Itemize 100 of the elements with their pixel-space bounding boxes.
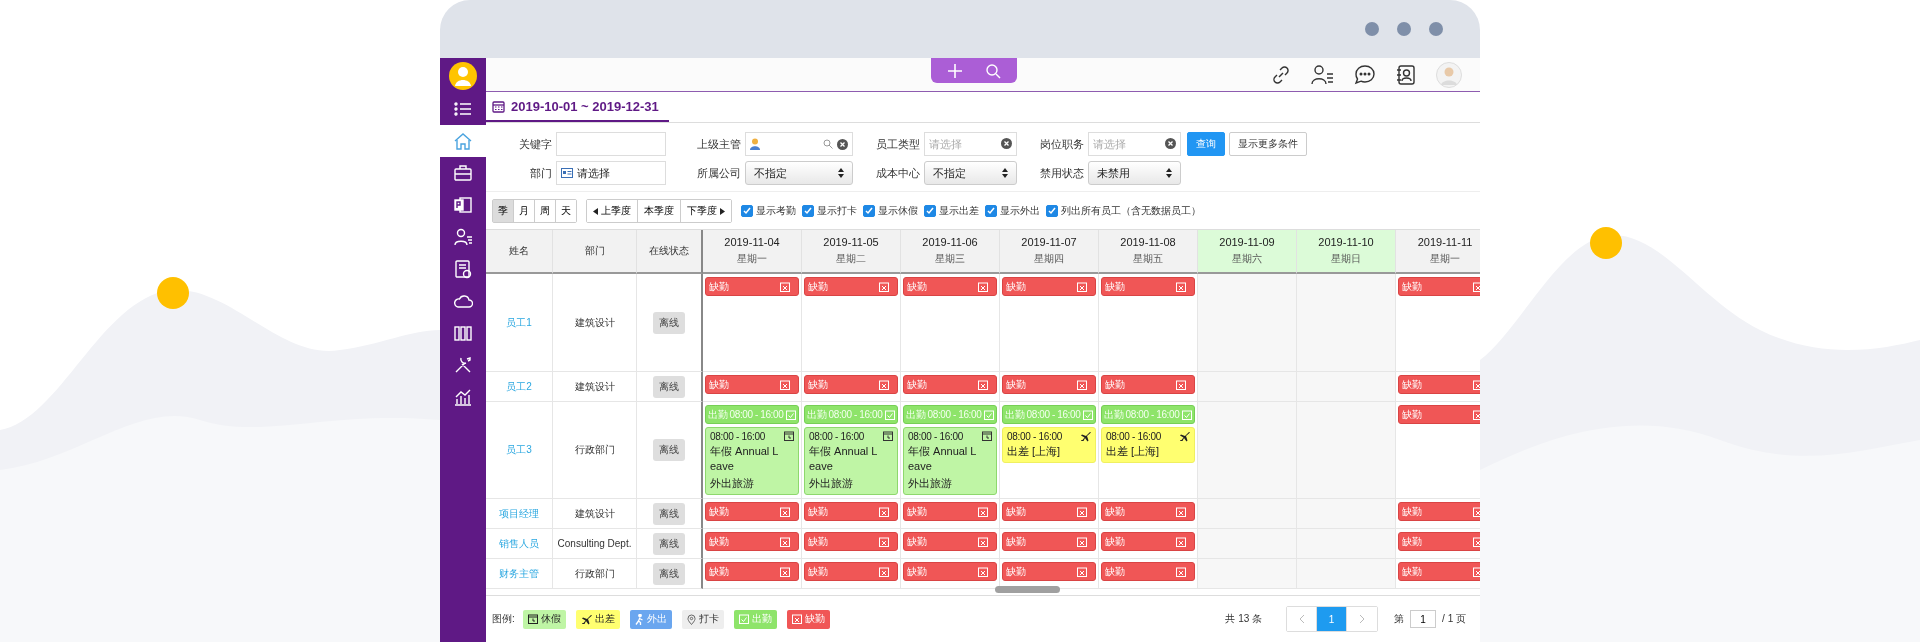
select-field[interactable]: 请选择	[924, 132, 1017, 156]
absence-tag[interactable]: 缺勤	[1101, 375, 1195, 394]
status-badge: 离线	[653, 311, 685, 334]
checkbox-label: 显示考勤	[756, 204, 796, 218]
employee-link[interactable]: 项目经理	[499, 506, 539, 521]
leave-card[interactable]: 08:00 - 16:00 年假 Annual Leave 外出旅游	[705, 427, 799, 495]
absence-tag[interactable]: 缺勤	[705, 532, 799, 551]
absence-tag[interactable]: 缺勤	[705, 562, 799, 581]
event-label: 缺勤	[907, 504, 927, 519]
date-range-tab[interactable]: 2019-10-01 ~ 2019-12-31	[486, 99, 669, 122]
event-label: 缺勤	[1402, 504, 1422, 519]
dropdown[interactable]: 未禁用	[1088, 161, 1181, 185]
event-label: 出勤 08:00 - 16:00	[906, 407, 982, 422]
absence-tag[interactable]: 缺勤	[1101, 532, 1195, 551]
status-badge: 离线	[653, 502, 685, 525]
employee-link[interactable]: 员工2	[506, 379, 532, 394]
absence-tag[interactable]: 缺勤	[1002, 502, 1096, 521]
absence-tag[interactable]: 缺勤	[903, 562, 997, 581]
event-label: 缺勤	[1006, 534, 1026, 549]
absence-tag[interactable]: 缺勤	[1398, 375, 1480, 394]
event-label: 缺勤	[1006, 279, 1026, 294]
filter-label: 成本中心	[875, 165, 921, 181]
absence-tag[interactable]: 缺勤	[1101, 502, 1195, 521]
event-label: 缺勤	[1006, 564, 1026, 579]
filter-label: 关键字	[518, 136, 553, 152]
date-text: 2019-11-07	[1021, 236, 1077, 248]
absence-tag[interactable]: 缺勤	[903, 277, 997, 296]
employee-link[interactable]: 员工3	[506, 443, 532, 457]
dropdown[interactable]: 不指定	[924, 161, 1017, 185]
absence-tag[interactable]: 缺勤	[1398, 405, 1480, 424]
view-mode-tab[interactable]: 季	[493, 200, 514, 222]
page-button[interactable]: 1	[1317, 607, 1348, 631]
absence-tag[interactable]: 缺勤	[804, 562, 898, 581]
department-field[interactable]: 请选择	[556, 161, 666, 185]
date-text: 2019-11-08	[1120, 236, 1176, 248]
event-label: 缺勤	[1402, 279, 1422, 294]
event-label: 缺勤	[1105, 279, 1125, 294]
absence-tag[interactable]: 缺勤	[1398, 562, 1480, 581]
absence-tag[interactable]: 缺勤	[705, 375, 799, 394]
event-title: 年假 Annual Leave	[710, 444, 780, 474]
event-label: 缺勤	[808, 279, 828, 294]
absence-tag[interactable]: 缺勤	[1101, 562, 1195, 581]
employee-link[interactable]: 员工1	[506, 315, 532, 330]
date-text: 2019-11-11	[1417, 236, 1473, 248]
event-label: 出勤 08:00 - 16:00	[1005, 407, 1081, 422]
event-note: 外出旅游	[710, 476, 755, 491]
weekday-text: 星期六	[1232, 252, 1262, 266]
event-label: 缺勤	[907, 279, 927, 294]
absence-tag[interactable]: 缺勤	[1002, 562, 1096, 581]
weekday-text: 星期日	[1331, 252, 1361, 266]
absence-tag[interactable]: 缺勤	[804, 502, 898, 521]
absence-tag[interactable]: 缺勤	[1398, 532, 1480, 551]
event-note: 外出旅游	[908, 476, 953, 491]
checkbox-label: 显示打卡	[817, 204, 857, 218]
leave-card[interactable]: 08:00 - 16:00 年假 Annual Leave 外出旅游	[903, 427, 997, 495]
absence-tag[interactable]: 缺勤	[1002, 532, 1096, 551]
event-time: 08:00 - 16:00	[809, 431, 865, 442]
event-label: 缺勤	[907, 377, 927, 392]
checkbox-label: 显示出差	[939, 204, 979, 218]
trip-card[interactable]: 08:00 - 16:00 出差 [上海]	[1002, 427, 1096, 463]
dropdown[interactable]: 不指定	[745, 161, 853, 185]
absence-tag[interactable]: 缺勤	[705, 277, 799, 296]
filter-label: 上级主管	[696, 136, 742, 152]
page-input[interactable]: 1	[1410, 610, 1437, 628]
legend-chip: 出勤	[733, 609, 777, 629]
checkbox-label: 显示休假	[878, 204, 918, 218]
absence-tag[interactable]: 缺勤	[1002, 375, 1096, 394]
event-title: 年假 Annual Leave	[908, 444, 978, 474]
leave-card[interactable]: 08:00 - 16:00 年假 Annual Leave 外出旅游	[804, 427, 898, 495]
query-button[interactable]: 查询	[1187, 132, 1225, 156]
absence-tag[interactable]: 缺勤	[1101, 277, 1195, 296]
period-button[interactable]: 上季度	[587, 200, 638, 222]
absence-tag[interactable]: 缺勤	[1398, 502, 1480, 521]
select-field[interactable]: 请选择	[1088, 132, 1181, 156]
date-text: 2019-11-10	[1318, 236, 1374, 248]
employee-link[interactable]: 财务主管	[499, 566, 539, 581]
event-label: 缺勤	[1006, 504, 1026, 519]
event-label: 缺勤	[808, 504, 828, 519]
event-label: 缺勤	[709, 279, 729, 294]
column-header: 姓名	[486, 230, 553, 274]
absence-tag[interactable]: 缺勤	[903, 502, 997, 521]
trip-card[interactable]: 08:00 - 16:00 出差 [上海]	[1101, 427, 1195, 463]
department-text: 行政部门	[574, 443, 615, 457]
weekday-text: 星期三	[935, 252, 965, 266]
event-time: 08:00 - 16:00	[710, 431, 766, 442]
date-text: 2019-11-05	[823, 236, 879, 248]
event-label: 缺勤	[1402, 407, 1422, 422]
absence-tag[interactable]: 缺勤	[804, 277, 898, 296]
absence-tag[interactable]: 缺勤	[804, 375, 898, 394]
employee-link[interactable]: 销售人员	[499, 536, 539, 551]
more-conditions-button[interactable]: 显示更多条件	[1229, 132, 1307, 156]
absence-tag[interactable]: 缺勤	[804, 532, 898, 551]
event-title: 出差 [上海]	[1007, 444, 1062, 459]
page-prefix: 第	[1394, 612, 1405, 626]
absence-tag[interactable]: 缺勤	[705, 502, 799, 521]
absence-tag[interactable]: 缺勤	[903, 375, 997, 394]
event-label: 出勤 08:00 - 16:00	[807, 407, 883, 422]
absence-tag[interactable]: 缺勤	[903, 532, 997, 551]
absence-tag[interactable]: 缺勤	[1002, 277, 1096, 296]
absence-tag[interactable]: 缺勤	[1398, 277, 1480, 296]
